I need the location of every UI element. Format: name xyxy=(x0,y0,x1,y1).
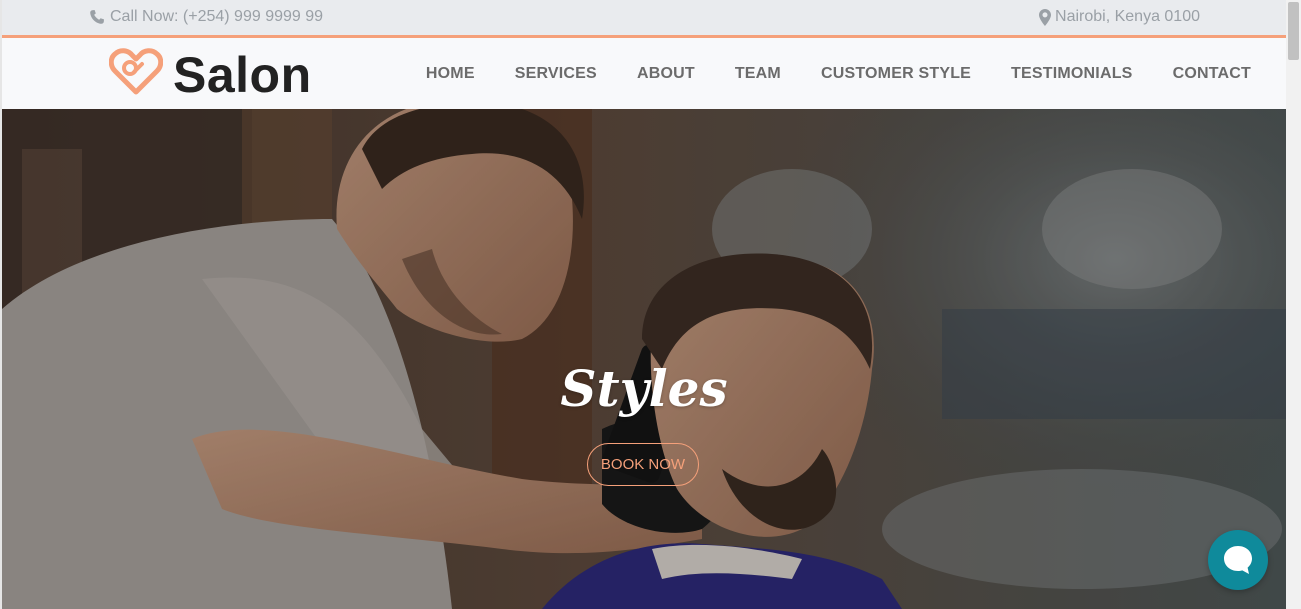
nav-home[interactable]: HOME xyxy=(426,65,475,83)
phone-icon xyxy=(89,9,105,25)
logo-text: Salon xyxy=(173,46,312,103)
map-marker-icon xyxy=(1039,8,1052,26)
site-header: Salon HOME SERVICES ABOUT TEAM CUSTOMER … xyxy=(2,38,1286,109)
site-logo[interactable]: Salon xyxy=(108,46,312,103)
call-now-info: Call Now: (+254) 999 9999 99 xyxy=(89,8,323,26)
chat-bubble-icon xyxy=(1224,546,1252,574)
hero-section: Styles BOOK NOW xyxy=(2,109,1286,609)
hero-title: Styles xyxy=(560,359,728,418)
location-info: Nairobi, Kenya 0100 xyxy=(1039,8,1200,26)
vertical-scrollbar[interactable] xyxy=(1286,0,1301,609)
nav-about[interactable]: ABOUT xyxy=(637,65,695,83)
nav-services[interactable]: SERVICES xyxy=(515,65,597,83)
top-info-bar: Call Now: (+254) 999 9999 99 Nairobi, Ke… xyxy=(2,0,1286,38)
chat-widget-button[interactable] xyxy=(1208,530,1268,590)
page: Call Now: (+254) 999 9999 99 Nairobi, Ke… xyxy=(2,0,1286,609)
book-now-button[interactable]: BOOK NOW xyxy=(587,443,699,486)
nav-customer-style[interactable]: CUSTOMER STYLE xyxy=(821,65,971,83)
nav-contact[interactable]: CONTACT xyxy=(1173,65,1251,83)
call-now-text: Call Now: (+254) 999 9999 99 xyxy=(110,8,324,25)
nav-testimonials[interactable]: TESTIMONIALS xyxy=(1011,65,1133,83)
heart-logo-icon xyxy=(108,48,164,101)
nav-team[interactable]: TEAM xyxy=(735,65,781,83)
scrollbar-thumb[interactable] xyxy=(1288,2,1299,60)
main-nav: HOME SERVICES ABOUT TEAM CUSTOMER STYLE … xyxy=(426,38,1251,109)
location-text: Nairobi, Kenya 0100 xyxy=(1055,8,1200,25)
